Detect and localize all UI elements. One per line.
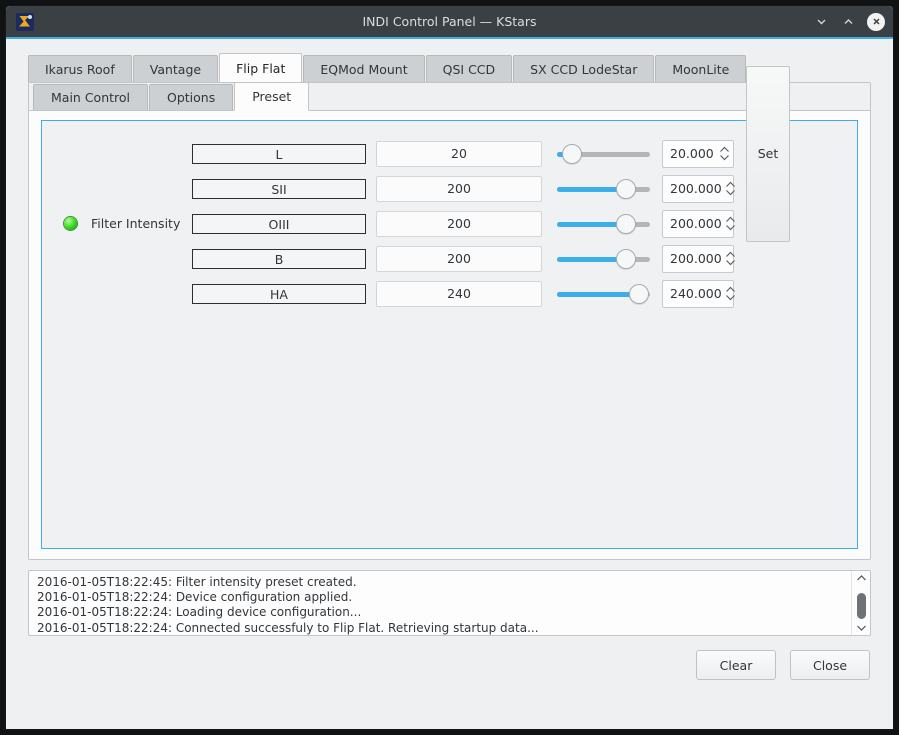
status-led-icon <box>64 217 77 230</box>
preset-group-box: Filter Intensity L 20 20.000 Set SII 200… <box>41 65 858 549</box>
slider-fill <box>557 256 625 262</box>
chevron-up-icon <box>726 251 736 257</box>
indi-control-panel-window: INDI Control Panel — KStars Ikarus Roof … <box>6 6 893 729</box>
window-controls <box>813 12 885 31</box>
chevron-up-icon <box>719 146 729 152</box>
slider-handle[interactable] <box>616 213 636 234</box>
tab-options[interactable]: Options <box>149 84 234 110</box>
log-scrollbar[interactable] <box>851 571 870 635</box>
slider-handle[interactable] <box>562 143 582 164</box>
minimize-button[interactable] <box>813 13 830 30</box>
slider-handle[interactable] <box>616 178 636 199</box>
slider-ha[interactable] <box>557 283 650 305</box>
log-line: 2016-01-05T18:22:24: Loading device conf… <box>37 605 362 620</box>
scrollbar-thumb[interactable] <box>857 593 866 619</box>
tab-ikarus-roof[interactable]: Ikarus Roof <box>28 55 132 82</box>
table-row: L 20 20.000 Set <box>192 65 857 242</box>
log-lines: 2016-01-05T18:22:45: Filter intensity pr… <box>29 571 851 635</box>
spinbox-arrows[interactable] <box>722 216 740 231</box>
spinbox-sii[interactable]: 200.000 <box>662 174 736 203</box>
slider-l[interactable] <box>557 143 650 165</box>
window-content: Ikarus Roof Vantage Flip Flat EQMod Moun… <box>6 39 893 729</box>
tab-vantage[interactable]: Vantage <box>132 55 219 82</box>
table-row: HA 240 240.000 <box>192 276 857 311</box>
tab-flip-flat[interactable]: Flip Flat <box>219 53 303 82</box>
filter-name-sii: SII <box>192 178 366 199</box>
maximize-button[interactable] <box>840 13 857 30</box>
filter-rows: L 20 20.000 Set SII 200 200.000 OIII 200… <box>192 65 857 311</box>
slider-handle[interactable] <box>629 283 649 304</box>
filter-intensity-property: Filter Intensity L 20 20.000 Set SII 200… <box>42 65 857 311</box>
window-title: INDI Control Panel — KStars <box>362 14 537 29</box>
clear-button[interactable]: Clear <box>696 650 776 680</box>
slider-sii[interactable] <box>557 178 650 200</box>
close-panel-button[interactable]: Close <box>790 650 870 680</box>
spinbox-oiii[interactable]: 200.000 <box>662 209 736 238</box>
tab-main-control[interactable]: Main Control <box>33 84 148 110</box>
filter-value-sii: 200 <box>376 175 542 202</box>
log-line: 2016-01-05T18:22:24: Device configuratio… <box>37 590 353 605</box>
footer-buttons: Clear Close <box>6 650 893 680</box>
filter-name-ha: HA <box>192 283 366 304</box>
tab-preset[interactable]: Preset <box>234 82 310 111</box>
filter-name-oiii: OIII <box>192 213 366 234</box>
filter-value-ha: 240 <box>376 280 542 307</box>
slider-fill <box>557 291 639 297</box>
sub-tab-bar: Main Control Options Preset <box>29 82 870 111</box>
filter-value-l: 20 <box>376 140 542 167</box>
tab-eqmod-mount[interactable]: EQMod Mount <box>303 55 425 82</box>
chevron-up-icon <box>726 286 736 292</box>
scroll-down-button[interactable] <box>856 624 867 632</box>
device-panel: Main Control Options Preset Filter Inten… <box>28 65 871 560</box>
slider-oiii[interactable] <box>557 213 650 235</box>
slider-handle[interactable] <box>616 248 636 269</box>
close-button[interactable] <box>867 12 885 31</box>
log-line: 2016-01-05T18:22:24: Connected successfu… <box>37 620 539 635</box>
spinbox-value: 200.000 <box>670 251 722 266</box>
table-row: B 200 200.000 <box>192 241 857 276</box>
title-bar: INDI Control Panel — KStars <box>6 6 893 39</box>
set-button[interactable]: Set <box>746 65 790 242</box>
kstars-icon <box>16 12 34 31</box>
spinbox-value: 200.000 <box>670 181 722 196</box>
property-label: Filter Intensity <box>91 216 181 231</box>
filter-name-l: L <box>192 143 366 164</box>
spinbox-l[interactable]: 20.000 <box>662 139 734 168</box>
filter-name-b: B <box>192 248 366 269</box>
spinbox-arrows[interactable] <box>722 286 740 301</box>
property-label-cell: Filter Intensity <box>42 136 192 311</box>
spinbox-value: 240.000 <box>670 286 722 301</box>
chevron-up-icon <box>726 181 736 187</box>
spinbox-ha[interactable]: 240.000 <box>662 279 736 308</box>
spinbox-arrows[interactable] <box>722 251 740 266</box>
log-line: 2016-01-05T18:22:45: Filter intensity pr… <box>37 575 357 589</box>
spinbox-value: 200.000 <box>670 216 722 231</box>
spinbox-b[interactable]: 200.000 <box>662 244 736 273</box>
filter-value-b: 200 <box>376 245 542 272</box>
spinbox-arrows[interactable] <box>722 181 740 196</box>
spinbox-value: 20.000 <box>670 146 714 161</box>
chevron-down-icon <box>726 260 736 266</box>
log-panel: 2016-01-05T18:22:45: Filter intensity pr… <box>28 570 871 636</box>
spinbox-arrows[interactable] <box>715 146 733 161</box>
tab-moonlite[interactable]: MoonLite <box>655 55 747 82</box>
scroll-up-button[interactable] <box>856 574 867 582</box>
slider-fill <box>557 186 625 192</box>
tab-qsi-ccd[interactable]: QSI CCD <box>425 55 513 82</box>
tab-sx-ccd-lodestar[interactable]: SX CCD LodeStar <box>513 55 655 82</box>
chevron-down-icon <box>726 295 736 301</box>
filter-value-oiii: 200 <box>376 210 542 237</box>
slider-fill <box>557 221 625 227</box>
chevron-down-icon <box>719 155 729 161</box>
slider-b[interactable] <box>557 248 650 270</box>
chevron-up-icon <box>726 216 736 222</box>
chevron-down-icon <box>726 190 736 196</box>
chevron-down-icon <box>726 225 736 231</box>
